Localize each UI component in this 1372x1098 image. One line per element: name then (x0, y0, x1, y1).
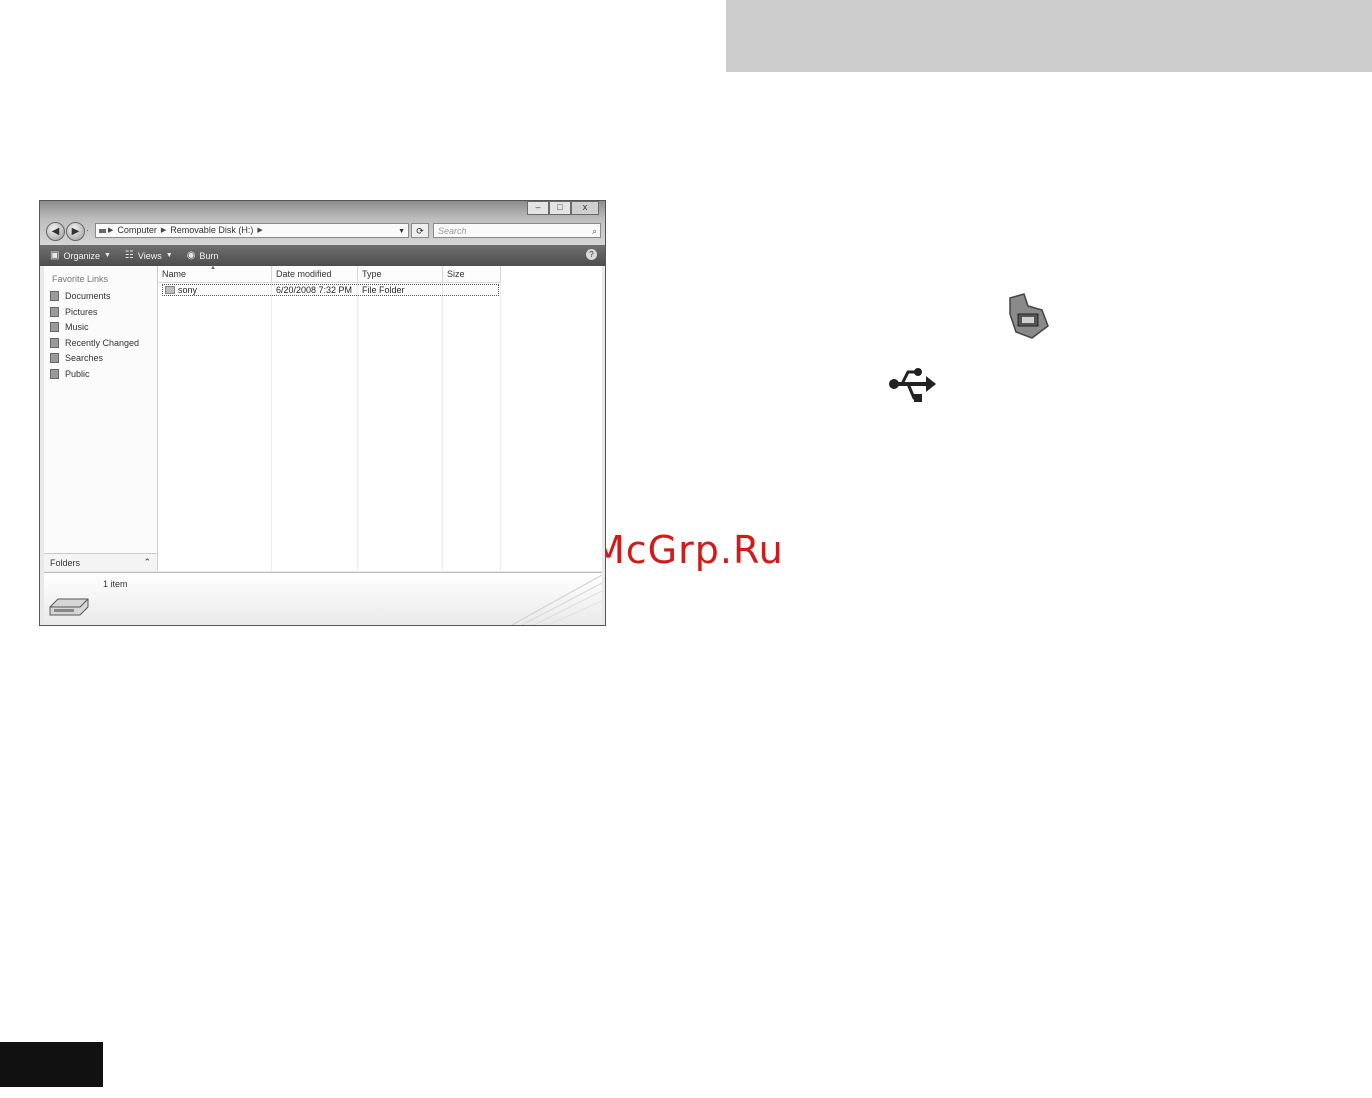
breadcrumb-separator-icon: ▶ (160, 227, 167, 234)
command-bar: ▣ Organize ▼ ☷ Views ▼ ◉ Burn ? (40, 245, 605, 266)
help-icon[interactable]: ? (586, 249, 597, 260)
cell-type: File Folder (362, 285, 405, 295)
chevron-up-icon: ⌃ (143, 557, 151, 567)
sidebar-item-music[interactable]: Music (50, 322, 89, 332)
favorite-links-heading: Favorite Links (52, 274, 109, 284)
address-bar[interactable]: ▶ Computer ▶ Removable Disk (H:) ▶ ▼ (95, 223, 409, 238)
searches-icon (50, 353, 59, 363)
breadcrumb-removable-disk[interactable]: Removable Disk (H:) (170, 223, 253, 238)
maximize-button[interactable]: □ (549, 201, 571, 215)
column-divider (442, 283, 443, 571)
search-placeholder: Search (438, 226, 467, 236)
file-list: ▲ Name Date modified Type Size sony 6/20… (158, 265, 602, 571)
forward-button[interactable]: ▶ (66, 222, 85, 241)
organize-label: Organize (63, 250, 100, 261)
views-label: Views (137, 250, 162, 261)
breadcrumb-separator-icon: ▶ (108, 227, 114, 234)
address-dropdown-icon[interactable]: ▼ (398, 224, 405, 239)
sidebar-item-documents[interactable]: Documents (50, 291, 111, 301)
folders-toggle[interactable]: Folders ⌃ (44, 553, 157, 571)
burn-icon: ◉ (186, 250, 196, 261)
cell-date-modified: 6/20/2008 7:32 PM (276, 285, 353, 295)
pictures-icon (50, 307, 59, 317)
window-controls: – □ x (527, 201, 599, 215)
title-bar: – □ x ◀ ▶ · ▶ Computer ▶ Removable Disk … (40, 201, 605, 245)
recently-changed-icon (50, 338, 59, 348)
navigation-pane: Favorite Links Documents Pictures Music … (44, 266, 158, 571)
device-connection-icon (1009, 293, 1049, 339)
usb-icon (889, 368, 936, 402)
public-icon (50, 369, 59, 379)
explorer-window: – □ x ◀ ▶ · ▶ Computer ▶ Removable Disk … (39, 200, 606, 626)
views-icon: ☷ (124, 250, 134, 261)
cell-name: sony (165, 285, 197, 296)
back-button[interactable]: ◀ (46, 222, 65, 241)
column-header-label: Date modified (276, 269, 332, 279)
music-icon (50, 322, 59, 332)
refresh-button[interactable]: ⟳ (411, 223, 429, 238)
column-header-label: Size (447, 269, 465, 279)
column-header-size[interactable]: Size (443, 266, 501, 283)
sidebar-item-label: Pictures (65, 307, 98, 317)
organize-icon: ▣ (50, 250, 60, 261)
sidebar-item-label: Public (65, 369, 90, 379)
sidebar-item-public[interactable]: Public (50, 369, 90, 379)
folders-label: Folders (50, 557, 81, 568)
views-button[interactable]: ☷ Views ▼ (125, 250, 173, 261)
column-header-label: Name (162, 269, 187, 279)
organize-button[interactable]: ▣ Organize ▼ (50, 250, 111, 261)
documents-icon (50, 291, 59, 301)
item-count: 1 item (103, 579, 128, 589)
search-icon[interactable]: ⌕ (592, 224, 597, 238)
file-name: sony (178, 285, 198, 295)
column-header-date-modified[interactable]: Date modified (272, 266, 358, 283)
page-number-tab (0, 1042, 103, 1087)
refresh-icon: ⟳ (416, 226, 424, 236)
breadcrumb-computer[interactable]: Computer (117, 223, 157, 238)
sort-ascending-icon: ▲ (210, 265, 216, 271)
column-header-name[interactable]: ▲ Name (158, 265, 272, 283)
sidebar-item-label: Documents (65, 291, 111, 301)
drive-icon-small (99, 229, 106, 233)
column-divider (500, 283, 501, 571)
burn-label: Burn (199, 250, 219, 261)
watermark: McGrp.Ru (592, 528, 784, 572)
column-divider (357, 283, 358, 571)
breadcrumb-separator-icon: ▶ (257, 227, 263, 234)
column-header-label: Type (362, 269, 382, 279)
chevron-down-icon: ▼ (103, 252, 111, 259)
table-row[interactable]: sony 6/20/2008 7:32 PM File Folder (162, 284, 499, 296)
details-pane: 1 item (44, 572, 602, 625)
sidebar-item-label: Recently Changed (65, 338, 140, 348)
sidebar-item-recently-changed[interactable]: Recently Changed (50, 338, 139, 348)
removable-disk-icon (49, 598, 89, 616)
sidebar-item-label: Music (65, 322, 89, 332)
sidebar-item-searches[interactable]: Searches (50, 353, 103, 363)
sidebar-item-label: Searches (65, 353, 104, 363)
chevron-down-icon: ▼ (165, 252, 173, 259)
close-button[interactable]: x (571, 201, 599, 215)
column-divider (271, 283, 272, 571)
minimize-button[interactable]: – (527, 201, 549, 215)
search-input[interactable]: Search ⌕ (433, 223, 601, 238)
top-banner (726, 0, 1372, 72)
recent-pages-button[interactable]: · (86, 225, 89, 235)
sidebar-item-pictures[interactable]: Pictures (50, 307, 98, 317)
decorative-swoosh (512, 575, 602, 625)
folder-icon (165, 286, 175, 294)
column-header-type[interactable]: Type (358, 266, 443, 283)
